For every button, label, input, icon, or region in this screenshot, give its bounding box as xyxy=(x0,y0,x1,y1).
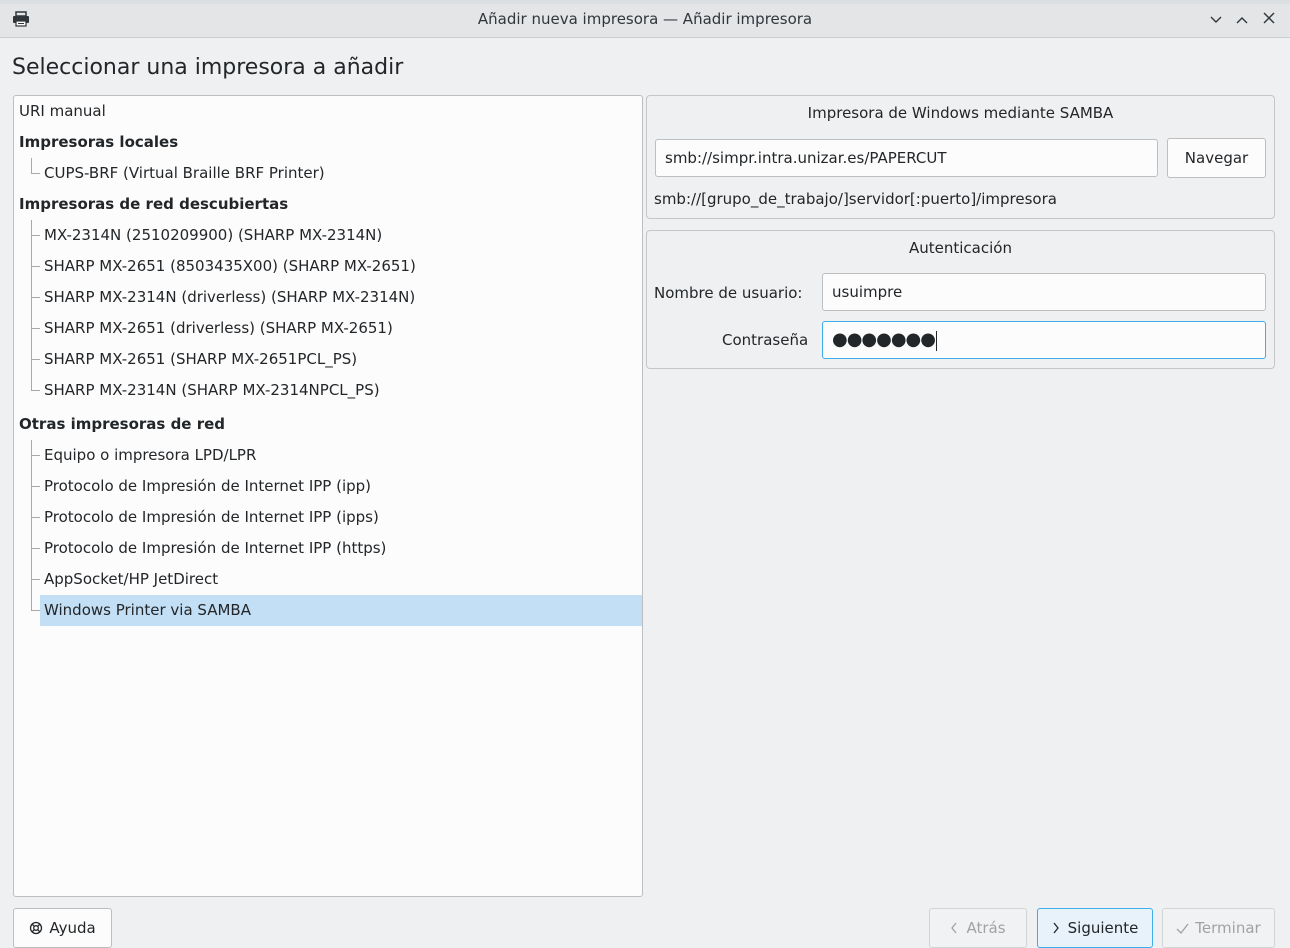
chevron-right-icon xyxy=(1053,922,1059,934)
chevron-down-icon xyxy=(1210,16,1222,23)
chevron-left-icon xyxy=(951,922,957,934)
tree-branch-line xyxy=(31,610,40,611)
tree-item-label: SHARP MX-2314N (driverless) (SHARP MX-23… xyxy=(44,288,416,306)
tree-branch-line xyxy=(31,390,40,391)
tree-item-label: URI manual xyxy=(19,102,106,120)
tree-item-label: SHARP MX-2651 (8503435X00) (SHARP MX-265… xyxy=(44,257,416,275)
tree-branch-line xyxy=(31,235,40,236)
tree-item-printer[interactable]: CUPS-BRF (Virtual Braille BRF Printer) xyxy=(14,158,642,189)
browse-button[interactable]: Navegar xyxy=(1167,138,1266,178)
tree-item-label: SHARP MX-2314N (SHARP MX-2314NPCL_PS) xyxy=(44,381,380,399)
samba-group-title: Impresora de Windows mediante SAMBA xyxy=(807,104,1114,122)
tree-item-label: Protocolo de Impresión de Internet IPP (… xyxy=(44,539,387,557)
tree-branch-line xyxy=(31,359,40,360)
tree-category-local[interactable]: Impresoras locales xyxy=(14,127,642,158)
help-icon xyxy=(30,921,43,935)
tree-category-other[interactable]: Otras impresoras de red xyxy=(14,409,642,440)
samba-group: Impresora de Windows mediante SAMBA smb:… xyxy=(646,95,1275,219)
page-heading: Seleccionar una impresora a añadir xyxy=(12,55,404,80)
tree-item-label: Protocolo de Impresión de Internet IPP (… xyxy=(44,508,379,526)
password-label: Contraseña xyxy=(722,331,809,349)
password-input[interactable]: ●●●●●●● xyxy=(822,321,1266,359)
tree-branch-line xyxy=(31,548,40,549)
finish-button[interactable]: Terminar xyxy=(1162,908,1275,948)
tree-item-protocol[interactable]: Equipo o impresora LPD/LPR xyxy=(14,440,642,471)
smb-uri-hint: smb://[grupo_de_trabajo/]servidor[:puert… xyxy=(654,190,1057,208)
tree-item-label: AppSocket/HP JetDirect xyxy=(44,570,219,588)
text-caret xyxy=(935,330,937,351)
tree-item-printer[interactable]: SHARP MX-2314N (SHARP MX-2314NPCL_PS) xyxy=(14,375,642,406)
tree-item-printer[interactable]: SHARP MX-2651 (8503435X00) (SHARP MX-265… xyxy=(14,251,642,282)
tree-item-label: SHARP MX-2651 (SHARP MX-2651PCL_PS) xyxy=(44,350,358,368)
tree-item-label: Equipo o impresora LPD/LPR xyxy=(44,446,257,464)
tree-branch-line xyxy=(31,328,40,329)
tree-item-label: SHARP MX-2651 (driverless) (SHARP MX-265… xyxy=(44,319,393,337)
tree-item-label: Protocolo de Impresión de Internet IPP (… xyxy=(44,477,372,495)
tree-branch-line xyxy=(31,579,40,580)
tree-category-label: Otras impresoras de red xyxy=(19,415,226,433)
back-button-label: Atrás xyxy=(966,919,1006,937)
tree-item-protocol[interactable]: AppSocket/HP JetDirect xyxy=(14,564,642,595)
tree-category-label: Impresoras locales xyxy=(19,133,179,151)
tree-item-manual-uri[interactable]: URI manual xyxy=(14,96,642,127)
next-button-label: Siguiente xyxy=(1067,919,1139,937)
auth-group-title: Autenticación xyxy=(909,239,1012,257)
tree-branch-line xyxy=(31,455,40,456)
minimize-button[interactable] xyxy=(1206,9,1226,29)
window-title: Añadir nueva impresora — Añadir impresor… xyxy=(477,10,813,28)
next-button[interactable]: Siguiente xyxy=(1037,908,1153,948)
tree-item-printer[interactable]: SHARP MX-2651 (driverless) (SHARP MX-265… xyxy=(14,313,642,344)
printer-tree[interactable]: URI manual Impresoras locales CUPS-BRF (… xyxy=(13,95,643,897)
password-mask: ●●●●●●● xyxy=(832,329,936,350)
tree-item-label: CUPS-BRF (Virtual Braille BRF Printer) xyxy=(44,164,325,182)
tree-item-label: MX-2314N (2510209900) (SHARP MX-2314N) xyxy=(44,226,383,244)
tree-item-printer[interactable]: MX-2314N (2510209900) (SHARP MX-2314N) xyxy=(14,220,642,251)
chevron-up-icon xyxy=(1236,17,1248,24)
tree-item-printer[interactable]: SHARP MX-2314N (driverless) (SHARP MX-23… xyxy=(14,282,642,313)
auth-group: Autenticación Nombre de usuario: usuimpr… xyxy=(646,230,1275,369)
checkmark-icon xyxy=(1176,923,1189,934)
tree-item-protocol[interactable]: Protocolo de Impresión de Internet IPP (… xyxy=(14,471,642,502)
smb-uri-input[interactable]: smb://simpr.intra.unizar.es/PAPERCUT xyxy=(655,139,1158,177)
tree-item-printer[interactable]: SHARP MX-2651 (SHARP MX-2651PCL_PS) xyxy=(14,344,642,375)
finish-button-label: Terminar xyxy=(1195,919,1261,937)
close-button[interactable] xyxy=(1259,9,1279,29)
title-bar: Añadir nueva impresora — Añadir impresor… xyxy=(0,0,1290,38)
tree-branch-line xyxy=(31,173,40,174)
tree-item-label: Windows Printer via SAMBA xyxy=(44,601,251,619)
username-label: Nombre de usuario: xyxy=(654,284,803,302)
tree-item-protocol[interactable]: Protocolo de Impresión de Internet IPP (… xyxy=(14,502,642,533)
tree-item-protocol-selected[interactable]: Windows Printer via SAMBA xyxy=(31,595,642,626)
help-button[interactable]: Ayuda xyxy=(13,908,112,948)
username-input[interactable]: usuimpre xyxy=(822,273,1266,311)
maximize-button[interactable] xyxy=(1232,9,1252,29)
tree-branch-line xyxy=(31,517,40,518)
back-button[interactable]: Atrás xyxy=(929,908,1027,948)
tree-branch-line xyxy=(31,297,40,298)
tree-branch-line xyxy=(31,266,40,267)
tree-category-label: Impresoras de red descubiertas xyxy=(19,195,289,213)
tree-category-discovered[interactable]: Impresoras de red descubiertas xyxy=(14,189,642,220)
title-bar-top-edge xyxy=(0,0,1290,4)
tree-item-protocol[interactable]: Protocolo de Impresión de Internet IPP (… xyxy=(14,533,642,564)
close-icon xyxy=(1263,12,1275,24)
help-button-label: Ayuda xyxy=(49,919,96,937)
tree-branch-line xyxy=(31,486,40,487)
